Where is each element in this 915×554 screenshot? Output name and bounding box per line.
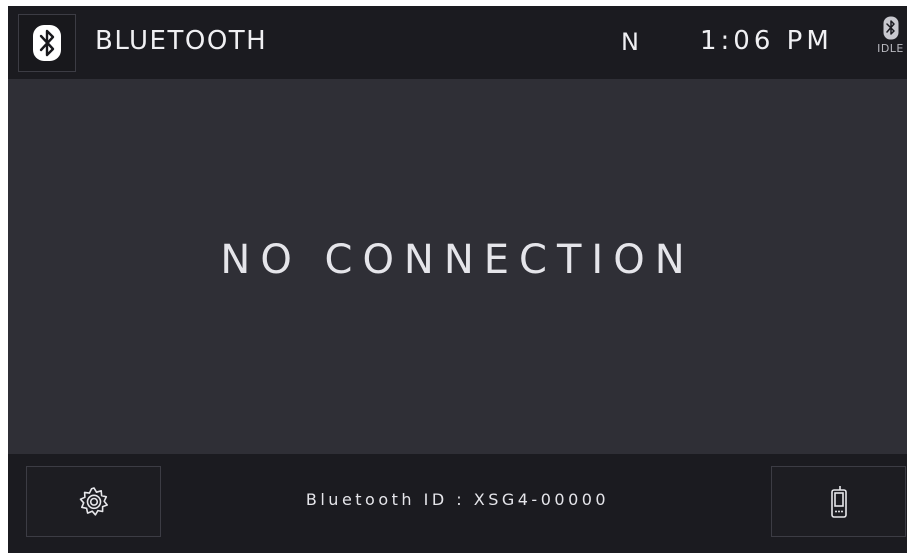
bluetooth-screen: BLUETOOTH N 1:06 PM IDLE NO CONNECTION B…: [8, 6, 907, 553]
bluetooth-status-icon: [883, 16, 898, 40]
phone-icon: [830, 485, 847, 518]
header-bar: BLUETOOTH N 1:06 PM IDLE: [8, 6, 907, 79]
page-title: BLUETOOTH: [95, 26, 268, 56]
bluetooth-button[interactable]: [18, 14, 76, 72]
gear-indicator: N: [621, 28, 639, 56]
status-label: IDLE: [877, 42, 904, 55]
main-panel: NO CONNECTION: [8, 79, 907, 454]
footer-bar: Bluetooth ID : XSG4-00000: [8, 454, 907, 553]
bluetooth-icon: [33, 25, 61, 61]
clock: 1:06 PM: [700, 26, 833, 56]
device-button[interactable]: [771, 466, 906, 537]
bluetooth-status: IDLE: [874, 16, 907, 74]
connection-status-message: NO CONNECTION: [220, 237, 695, 283]
